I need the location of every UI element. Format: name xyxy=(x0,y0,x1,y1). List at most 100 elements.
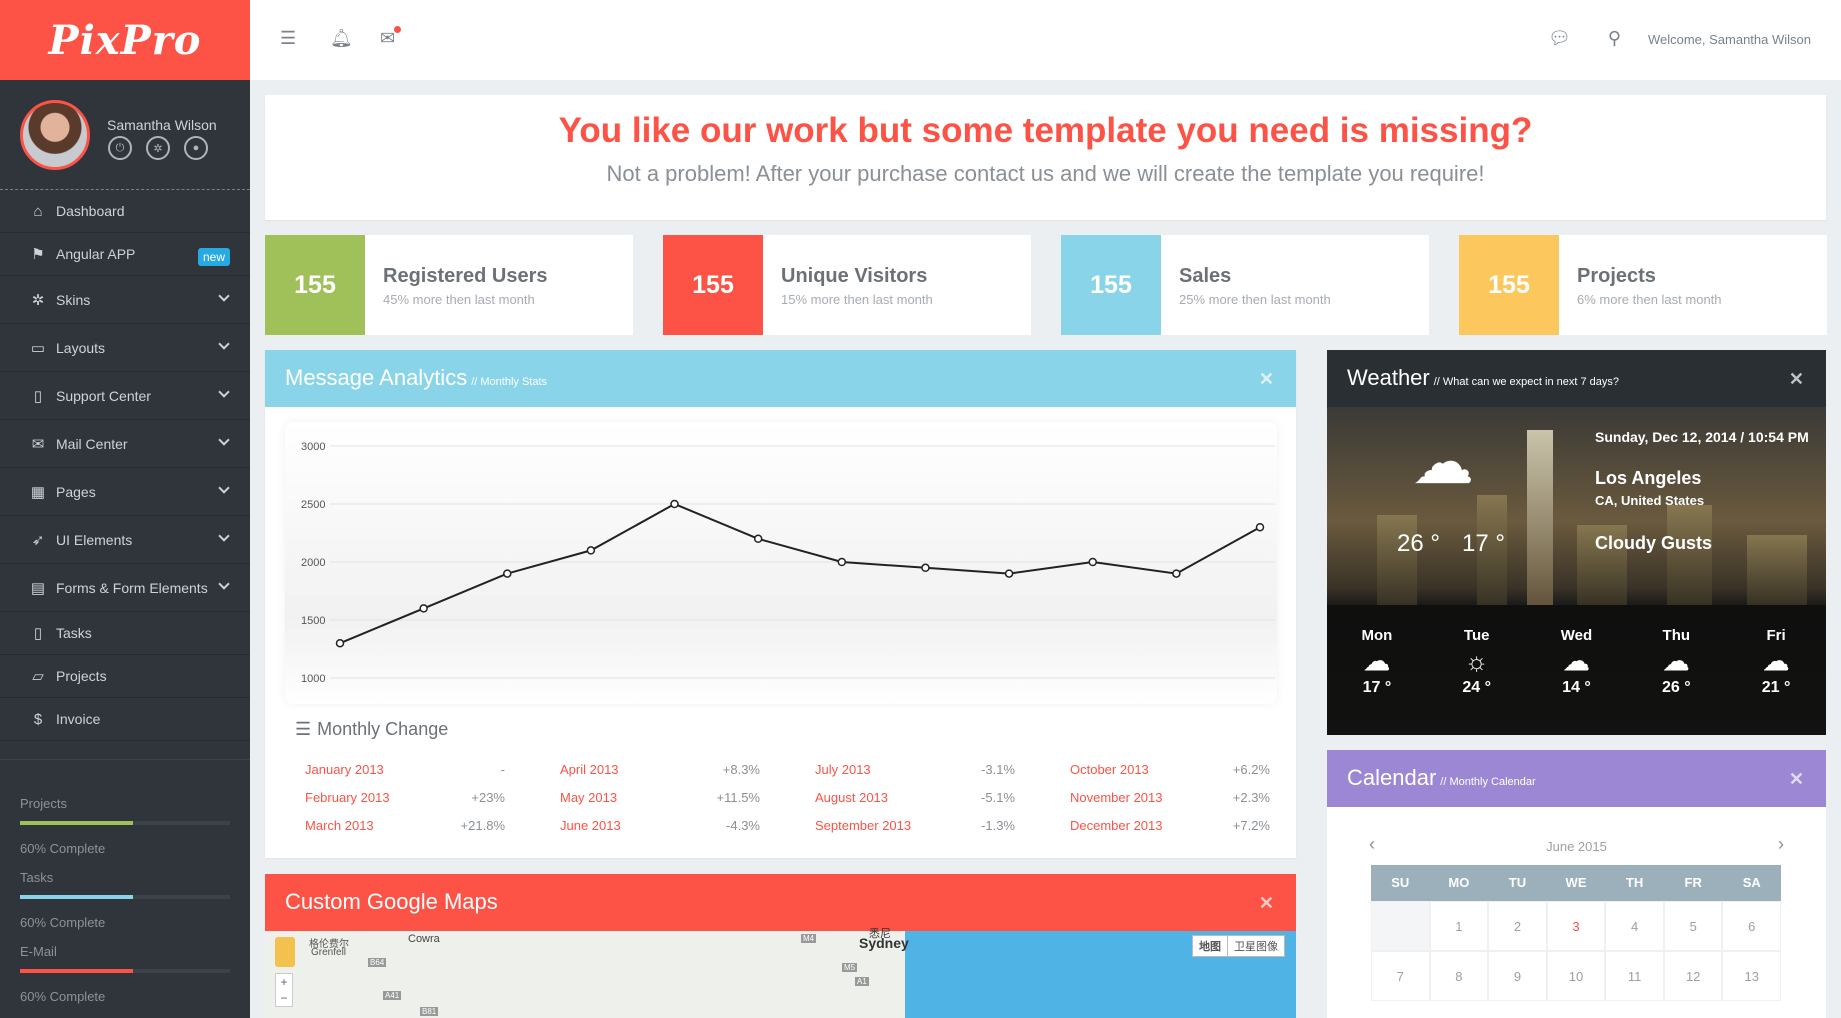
next-month-icon[interactable]: › xyxy=(1778,834,1784,855)
chevron-down-icon[interactable] xyxy=(218,386,230,398)
windows-icon: ▦ xyxy=(30,483,46,501)
monthly-change-value: -1.3% xyxy=(981,818,1015,833)
sidebar-item-invoice[interactable]: $ Invoice xyxy=(0,698,250,741)
data-point[interactable] xyxy=(586,546,596,555)
avatar[interactable] xyxy=(20,100,90,170)
sidebar-item-label: UI Elements xyxy=(56,531,133,548)
calendar-day[interactable]: 3 xyxy=(1546,901,1606,951)
search-icon[interactable]: ⚲ xyxy=(1608,28,1621,49)
calendar-day[interactable]: 4 xyxy=(1605,901,1664,951)
data-point[interactable] xyxy=(921,563,930,573)
weather-datetime: Sunday, Dec 12, 2014 / 10:54 PM xyxy=(1595,429,1809,445)
map-type-map-button[interactable]: 地图 xyxy=(1193,936,1228,956)
stat-card[interactable]: 155 Unique Visitors 15% more then last mon… xyxy=(663,235,1031,335)
forecast-temp: 17 ° xyxy=(1362,679,1392,696)
sidebar-item-tasks[interactable]: ▯ Tasks xyxy=(0,612,250,655)
forecast-temp: 21 ° xyxy=(1761,679,1791,696)
calendar-day[interactable]: 6 xyxy=(1722,901,1782,951)
data-point[interactable] xyxy=(1255,522,1265,532)
chat-icon[interactable]: 💬︎ xyxy=(1548,28,1571,49)
sidebar-item-mail-center[interactable]: ✉ Mail Center xyxy=(0,420,250,468)
calendar-day[interactable]: 11 xyxy=(1605,951,1664,1001)
monthly-change-value: +23% xyxy=(471,790,505,805)
close-icon[interactable]: ✕ xyxy=(1789,369,1804,390)
sidebar-item-ui-elements[interactable]: ➶ UI Elements xyxy=(0,516,250,564)
chat-icon[interactable]: ● xyxy=(184,136,208,160)
data-point[interactable] xyxy=(503,569,512,578)
calendar-day[interactable]: 9 xyxy=(1488,951,1547,1001)
map-label: Cowra xyxy=(408,933,440,945)
calendar-day[interactable]: 5 xyxy=(1663,901,1723,951)
data-point[interactable] xyxy=(335,638,345,648)
chevron-down-icon[interactable] xyxy=(218,578,230,590)
sidebar-item-label: Invoice xyxy=(56,711,101,727)
sidebar-item-angular-app[interactable]: ⚑ Angular APP new xyxy=(0,233,250,276)
map-canvas[interactable]: + − 格伦费尔 Grenfell Cowra Sydney 悉尼 B64 A41… xyxy=(265,928,1296,1018)
data-point[interactable] xyxy=(753,534,763,544)
brand-logo[interactable]: PixPro xyxy=(0,0,250,80)
progress-fill xyxy=(20,821,134,825)
welcome-text[interactable]: Welcome, Samantha Wilson xyxy=(1648,32,1811,47)
high-temp: 26 ° xyxy=(1397,530,1440,557)
zoom-control[interactable]: + − xyxy=(275,973,293,1007)
stat-subtitle: 25% more then last month xyxy=(1179,292,1331,307)
chevron-down-icon[interactable] xyxy=(218,530,230,542)
sidebar-item-forms-form-elements[interactable]: ▤ Forms & Form Elements xyxy=(0,564,250,612)
map-road-badge: B64 xyxy=(368,958,387,967)
map-type-satellite-button[interactable]: 卫星图像 xyxy=(1228,936,1284,956)
data-point[interactable] xyxy=(1172,569,1181,578)
data-point[interactable] xyxy=(1004,569,1014,578)
chevron-down-icon[interactable] xyxy=(218,338,230,350)
forecast-temp: 24 ° xyxy=(1462,679,1492,696)
top-bar: ☰ 🔔︎ ✉ 💬︎ ⚲ Welcome, Samantha Wilson xyxy=(250,0,1841,80)
calendar-day[interactable]: 8 xyxy=(1429,951,1489,1001)
calendar-day[interactable]: 2 xyxy=(1488,901,1547,951)
progress-label: Tasks xyxy=(20,870,54,885)
menu-toggle-icon[interactable]: ☰ xyxy=(280,28,296,49)
monthly-change-value: +11.5% xyxy=(716,790,761,805)
sidebar-item-label: Layouts xyxy=(56,339,106,356)
chevron-down-icon[interactable] xyxy=(218,482,230,494)
gear-icon[interactable]: ✲ xyxy=(146,136,170,160)
calendar-day[interactable]: 7 xyxy=(1371,951,1430,1001)
close-icon[interactable]: ✕ xyxy=(1259,893,1274,914)
close-icon[interactable]: ✕ xyxy=(1789,769,1804,790)
power-icon[interactable]: ⏻ xyxy=(108,136,132,160)
sidebar-item-projects[interactable]: ▱ Projects xyxy=(0,655,250,698)
chevron-down-icon[interactable] xyxy=(218,434,230,446)
stat-card[interactable]: 155 Registered Users 45% more then last mo… xyxy=(265,235,633,335)
monthly-change-month: December 2013 xyxy=(1070,818,1163,833)
chevron-down-icon[interactable] xyxy=(218,290,230,302)
envelope-icon[interactable]: ✉ xyxy=(380,26,401,49)
progress-section: Projects 60% Complete Tasks 60% Complete E-M… xyxy=(0,759,250,1004)
data-point[interactable] xyxy=(1088,557,1097,567)
calendar-day[interactable]: 12 xyxy=(1663,951,1723,1001)
data-point[interactable] xyxy=(419,604,428,613)
data-point[interactable] xyxy=(670,499,679,509)
stat-title: Projects xyxy=(1577,265,1656,287)
bell-icon[interactable]: 🔔︎ xyxy=(330,28,353,49)
map-road-badge: M4 xyxy=(801,934,817,943)
monthly-change-month: May 2013 xyxy=(560,790,618,805)
sidebar-item-support-center[interactable]: ▯ Support Center xyxy=(0,372,250,420)
forecast-day: Tue ☼ 24 ° xyxy=(1427,605,1527,735)
sidebar-item-dashboard[interactable]: ⌂ Dashboard xyxy=(0,190,250,233)
stat-card[interactable]: 155 Projects 6% more then last month xyxy=(1459,235,1827,335)
forecast-day-name: Fri xyxy=(1766,627,1786,644)
calendar-day[interactable]: 10 xyxy=(1546,951,1606,1001)
weekday-label: WE xyxy=(1546,865,1606,901)
pegman-icon[interactable] xyxy=(275,937,295,967)
sidebar-item-layouts[interactable]: ▭ Layouts xyxy=(0,324,250,372)
sidebar-item-pages[interactable]: ▦ Pages xyxy=(0,468,250,516)
sidebar-item-skins[interactable]: ✲ Skins xyxy=(0,276,250,324)
calendar-day[interactable]: 13 xyxy=(1722,951,1782,1001)
calendar-week-row: 7 8 9 10 11 12 13 xyxy=(1371,951,1782,1001)
stat-card[interactable]: 155 Sales 25% more then last month xyxy=(1061,235,1429,335)
windy-cloud-icon: ☁ xyxy=(1563,646,1590,676)
data-point[interactable] xyxy=(837,557,847,567)
banner-title: You like our work but some template you … xyxy=(558,111,1533,150)
line-chart: 3000 2500 2000 1500 1000 xyxy=(301,441,1275,685)
close-icon[interactable]: ✕ xyxy=(1259,369,1274,390)
calendar-day[interactable]: 1 xyxy=(1429,901,1489,951)
analytics-title: Message Analytics xyxy=(285,365,468,390)
